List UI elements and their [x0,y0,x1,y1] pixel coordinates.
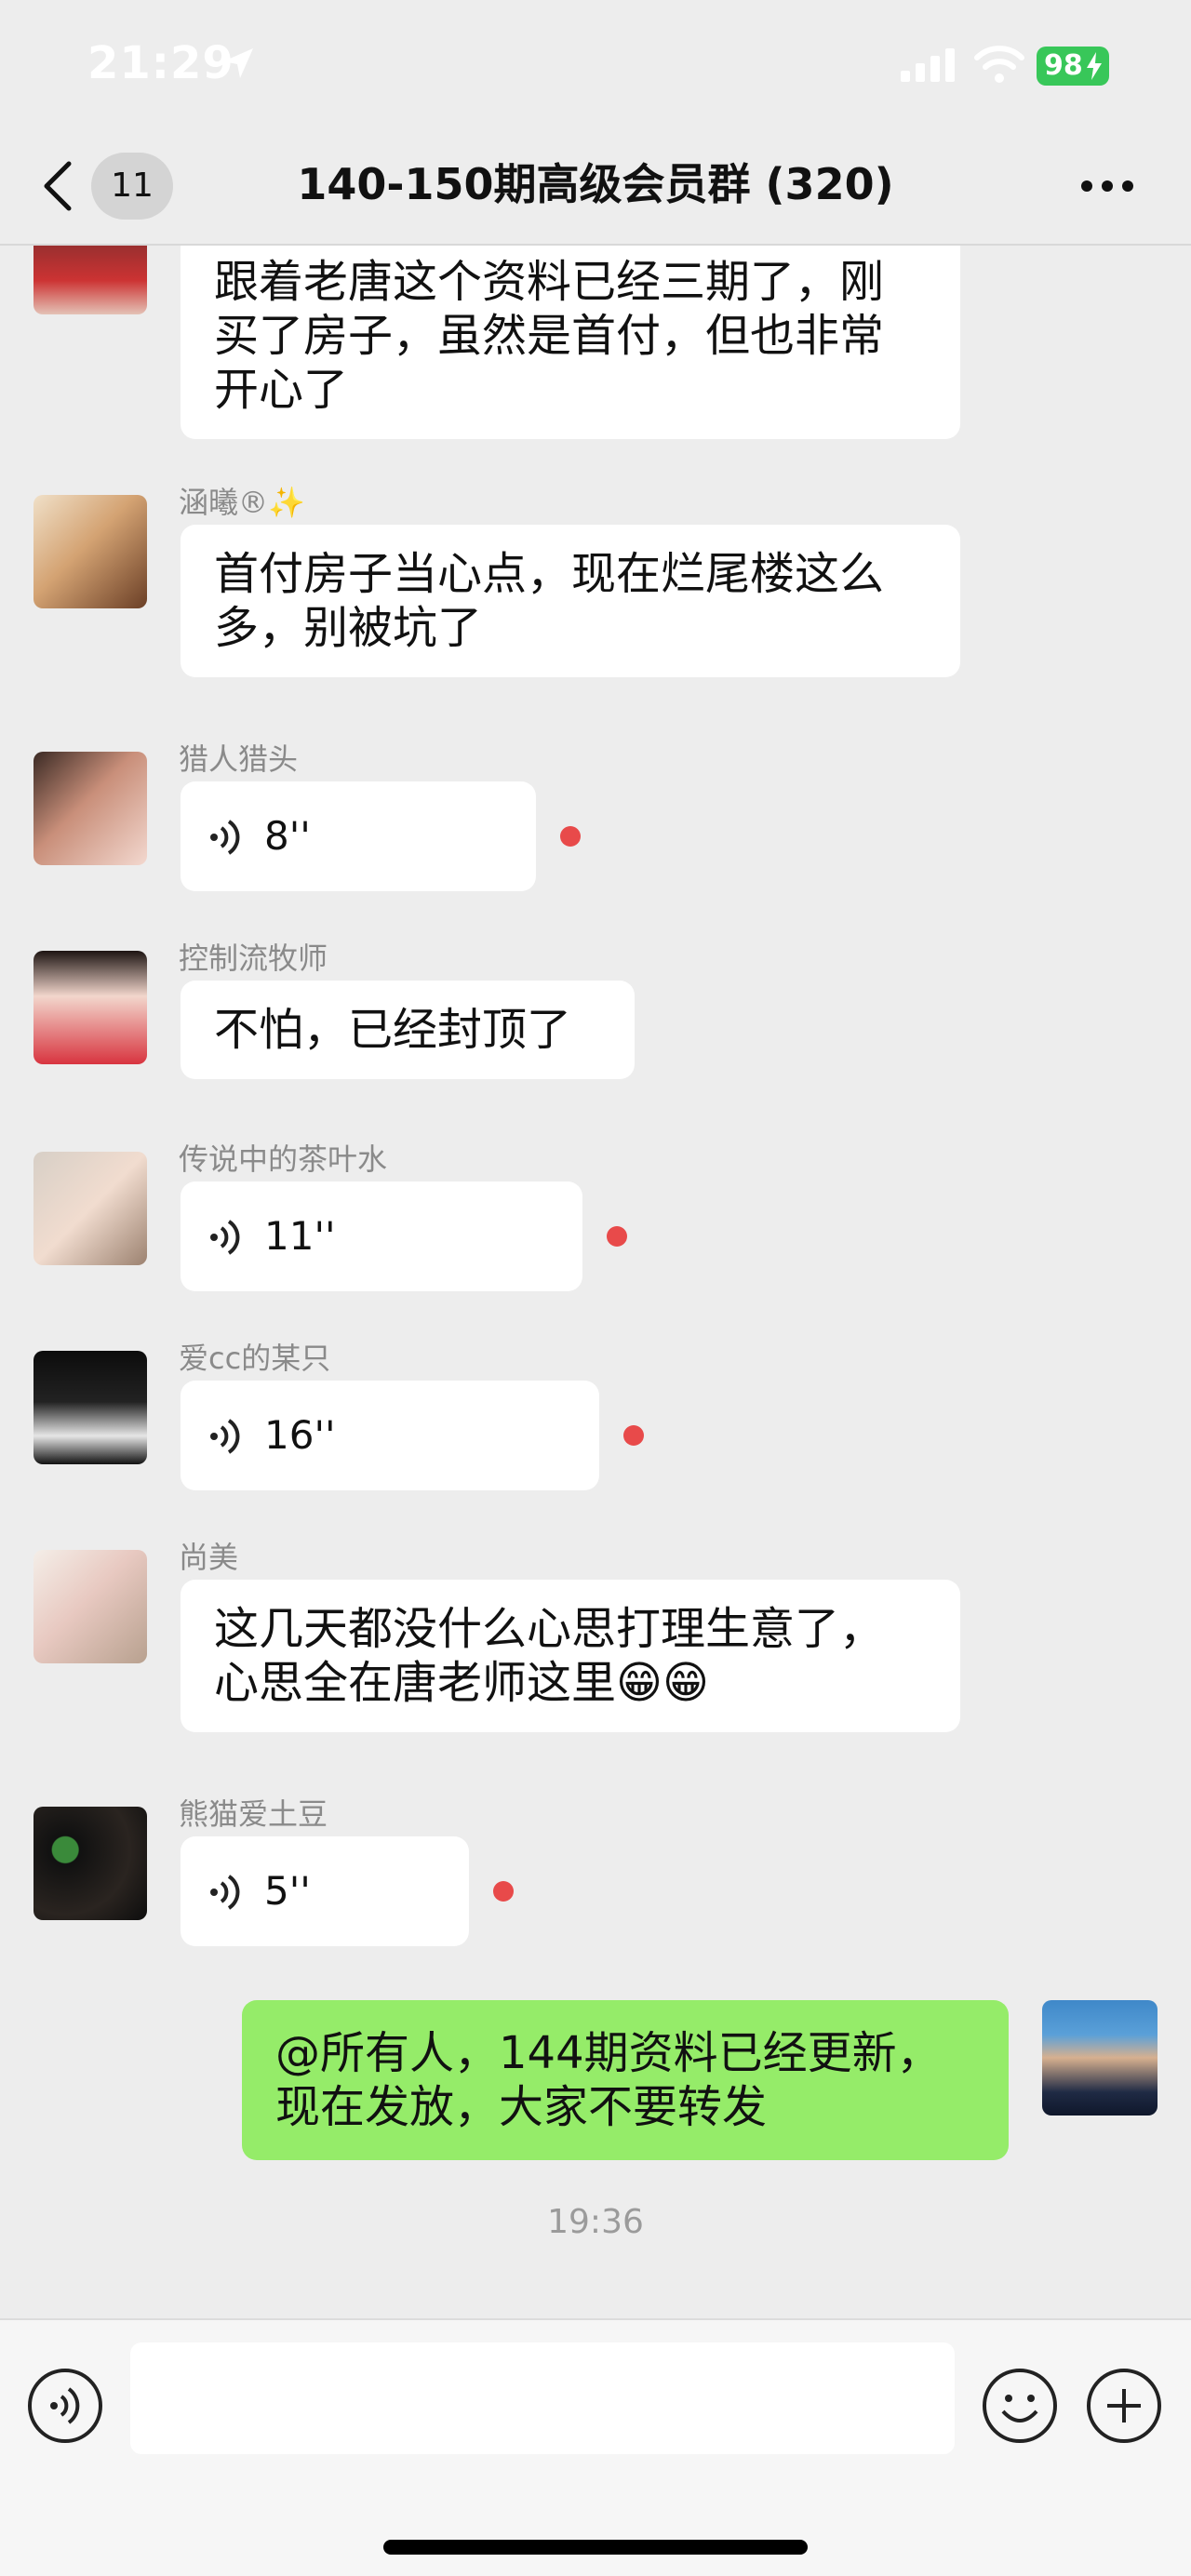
battery-level: 98 [1044,49,1083,82]
sender-name: 控制流牧师 [179,941,328,976]
message-text-line: 多，别被坑了 [214,602,483,654]
avatar[interactable] [33,1351,147,1464]
charging-bolt-icon [1087,52,1102,80]
voice-message-bubble[interactable]: 8'' [181,781,536,891]
emoji-icon[interactable] [981,2367,1059,2445]
location-arrow-icon [223,48,253,78]
unread-voice-dot [493,1881,514,1902]
status-time: 21:29 [87,37,234,89]
avatar[interactable] [33,495,147,608]
message-text-line: 跟着老唐这个资料已经三期了，刚 [214,256,885,308]
message-bubble[interactable]: 首付房子当心点，现在烂尾楼这么 多，别被坑了 [181,525,960,677]
avatar[interactable] [33,246,147,314]
voice-message-bubble[interactable]: 5'' [181,1836,469,1946]
chat-input-bar [0,2318,1191,2576]
unread-voice-dot [560,826,581,847]
voice-message-bubble[interactable]: 16'' [181,1381,599,1490]
sender-name: 猎人猎头 [179,741,299,777]
voice-duration: 5'' [264,1868,311,1914]
sender-name: 传说中的茶叶水 [179,1141,388,1177]
wifi-icon [974,46,1024,83]
avatar[interactable] [33,951,147,1064]
message-timestamp: 19:36 [547,2203,644,2241]
chat-header: 11 140-150期高级会员群 (320) [0,140,1191,246]
voice-duration: 11'' [264,1213,336,1259]
voice-wave-icon [210,1419,240,1454]
avatar[interactable] [33,752,147,865]
unread-count-badge[interactable]: 11 [91,153,173,220]
avatar[interactable] [33,1550,147,1663]
message-input[interactable] [130,2342,955,2454]
voice-duration: 8'' [264,813,311,859]
message-text-line: 买了房子，虽然是首付，但也非常 [214,310,885,362]
sender-name: 熊猫爱土豆 [179,1796,328,1832]
message-text-line: @所有人，144期资料已经更新， [275,2027,942,2079]
unread-voice-dot [607,1226,627,1247]
message-text-line: 这几天都没什么心思打理生意了， [214,1603,885,1655]
cellular-signal-icon [901,48,955,82]
status-bar: 21:29 98 [0,0,1191,140]
battery-indicator: 98 [1037,47,1109,86]
voice-message-bubble[interactable]: 11'' [181,1181,582,1291]
message-bubble[interactable]: 这几天都没什么心思打理生意了， 心思全在唐老师这里😁😁 [181,1580,960,1732]
message-list[interactable]: 跟着老唐这个资料已经三期了，刚 买了房子，虽然是首付，但也非常 开心了 涵曦®✨… [0,246,1191,2320]
voice-duration: 16'' [264,1412,336,1458]
message-bubble[interactable]: 不怕，已经封顶了 [181,981,635,1079]
sender-name: 涵曦®✨ [179,485,305,520]
home-indicator [383,2540,808,2555]
message-text-line: 现在发放，大家不要转发 [275,2081,768,2133]
sender-name: 尚美 [179,1540,239,1575]
message-text-line: 不怕，已经封顶了 [214,1004,572,1056]
chevron-left-icon[interactable] [37,158,78,214]
my-avatar[interactable] [1042,2000,1158,2116]
message-bubble[interactable]: 跟着老唐这个资料已经三期了，刚 买了房子，虽然是首付，但也非常 开心了 [181,246,960,439]
plus-icon[interactable] [1085,2367,1163,2445]
unread-voice-dot [623,1425,644,1446]
voice-wave-icon [210,820,240,855]
sender-name: 爱cc的某只 [179,1341,331,1376]
voice-wave-icon [210,1220,240,1255]
voice-input-icon[interactable] [26,2367,104,2445]
chat-title: 140-150期高级会员群 (320) [297,159,894,209]
voice-wave-icon [210,1875,240,1910]
message-text-line: 开心了 [214,364,349,416]
more-dots-icon[interactable] [1079,179,1135,194]
message-text-line: 首付房子当心点，现在烂尾楼这么 [214,548,885,600]
avatar[interactable] [33,1152,147,1265]
message-text-line: 心思全在唐老师这里😁😁 [214,1657,710,1709]
outgoing-message-bubble[interactable]: @所有人，144期资料已经更新， 现在发放，大家不要转发 [242,2000,1009,2160]
avatar[interactable] [33,1807,147,1920]
